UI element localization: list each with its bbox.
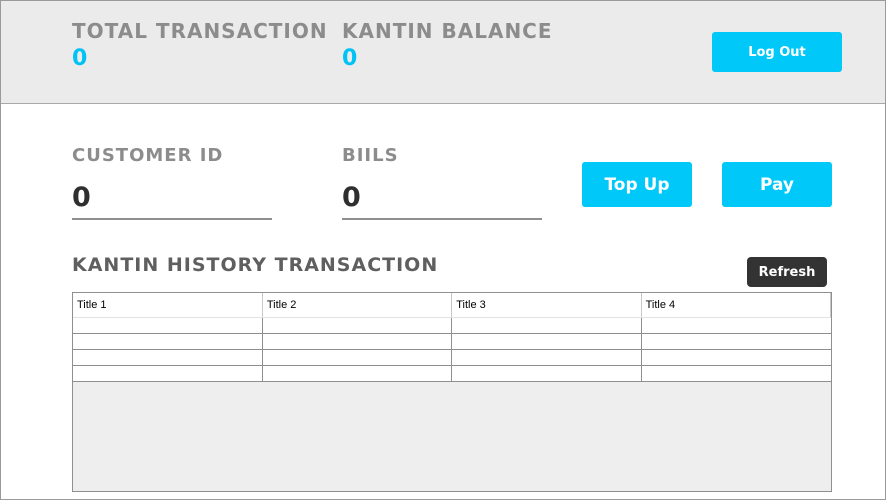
table-cell[interactable] bbox=[73, 349, 263, 366]
table-cell[interactable] bbox=[451, 333, 642, 350]
table-cell[interactable] bbox=[261, 317, 453, 334]
column-header[interactable]: Title 1 bbox=[73, 293, 263, 318]
table-cell[interactable] bbox=[451, 349, 642, 366]
header-panel: TOTAL TRANSACTION 0 KANTIN BALANCE 0 Log… bbox=[1, 1, 885, 104]
table-cell[interactable] bbox=[640, 317, 831, 334]
table-row[interactable] bbox=[73, 349, 831, 366]
history-title: KANTIN HISTORY TRANSACTION bbox=[72, 254, 439, 276]
topup-button[interactable]: Top Up bbox=[582, 162, 692, 207]
app-window: TOTAL TRANSACTION 0 KANTIN BALANCE 0 Log… bbox=[0, 0, 886, 500]
logout-button[interactable]: Log Out bbox=[712, 32, 842, 72]
total-transaction-label: TOTAL TRANSACTION bbox=[72, 19, 328, 43]
bills-label: BIILS bbox=[342, 145, 399, 166]
table-cell[interactable] bbox=[640, 349, 831, 366]
table-cell[interactable] bbox=[73, 365, 263, 382]
table-cell[interactable] bbox=[261, 333, 453, 350]
kantin-balance-value: 0 bbox=[342, 46, 358, 71]
table-cell[interactable] bbox=[640, 365, 831, 382]
table-cell[interactable] bbox=[73, 317, 263, 334]
table-cell[interactable] bbox=[261, 365, 453, 382]
table-row[interactable] bbox=[73, 317, 831, 334]
column-header[interactable]: Title 3 bbox=[451, 293, 642, 318]
table-cell[interactable] bbox=[73, 333, 263, 350]
column-header[interactable]: Title 2 bbox=[262, 293, 453, 318]
history-table: Title 1 Title 2 Title 3 Title 4 bbox=[73, 293, 832, 382]
table-cell[interactable] bbox=[451, 365, 642, 382]
customer-id-field[interactable] bbox=[72, 180, 272, 220]
pay-button[interactable]: Pay bbox=[722, 162, 832, 207]
customer-id-label: CUSTOMER ID bbox=[72, 145, 224, 166]
kantin-balance-label: KANTIN BALANCE bbox=[342, 19, 553, 43]
history-table-container[interactable]: Title 1 Title 2 Title 3 Title 4 bbox=[72, 292, 832, 492]
table-header-row: Title 1 Title 2 Title 3 Title 4 bbox=[73, 293, 832, 318]
table-cell[interactable] bbox=[451, 317, 642, 334]
table-row[interactable] bbox=[73, 333, 831, 350]
column-header[interactable]: Title 4 bbox=[641, 293, 832, 318]
table-cell[interactable] bbox=[640, 333, 831, 350]
bills-field[interactable] bbox=[342, 180, 542, 220]
table-row[interactable] bbox=[73, 365, 831, 382]
refresh-button[interactable]: Refresh bbox=[747, 257, 827, 287]
table-cell[interactable] bbox=[261, 349, 453, 366]
total-transaction-value: 0 bbox=[72, 46, 88, 71]
